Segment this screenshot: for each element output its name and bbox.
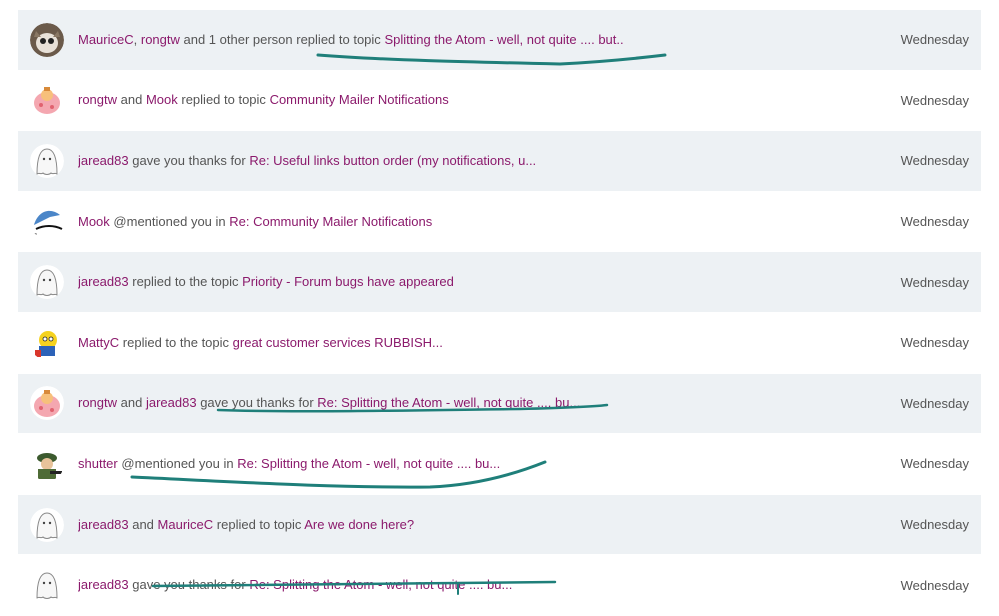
action-text: gave you thanks for xyxy=(132,577,246,593)
connector-text: and xyxy=(128,516,158,532)
action-text: replied to the topic xyxy=(132,274,239,290)
topic-link[interactable]: Splitting the Atom - well, not quite ...… xyxy=(384,32,623,47)
notification-date: Wednesday xyxy=(900,274,969,290)
topic-link[interactable]: Re: Splitting the Atom - well, not quite… xyxy=(237,456,500,471)
action-text: replied to topic xyxy=(181,92,266,108)
notification-date: Wednesday xyxy=(900,456,969,472)
cartoon-avatar[interactable] xyxy=(30,386,64,421)
soldier-avatar[interactable] xyxy=(30,446,64,481)
topic-link[interactable]: Community Mailer Notifications xyxy=(270,92,449,107)
user-link[interactable]: jaread83 xyxy=(78,577,129,592)
user-link[interactable]: MauriceC xyxy=(158,517,214,532)
user-link[interactable]: Mook xyxy=(78,214,110,229)
action-text: gave you thanks for xyxy=(200,395,314,411)
notification-text: rongtw and jaread83 gave you thanks for … xyxy=(78,394,879,412)
connector-text: and 1 other person xyxy=(179,31,297,47)
notification-row[interactable]: rongtw and Mook replied to topic Communi… xyxy=(18,71,981,132)
user-link[interactable]: MattyC xyxy=(78,335,119,350)
cat-photo-avatar[interactable] xyxy=(30,22,64,57)
ghost-avatar[interactable] xyxy=(30,568,64,603)
topic-link[interactable]: Priority - Forum bugs have appeared xyxy=(242,274,454,289)
notification-text: MauriceC, rongtw and 1 other person repl… xyxy=(78,31,879,49)
notification-row[interactable]: jaread83 gave you thanks for Re: Splitti… xyxy=(18,555,981,616)
action-text: replied to the topic xyxy=(122,334,230,350)
notification-text: shutter @mentioned you in Re: Splitting … xyxy=(78,455,879,473)
notification-date: Wednesday xyxy=(900,32,969,48)
notification-text: MattyC replied to the topic great custom… xyxy=(78,334,879,352)
action-text: @mentioned you in xyxy=(113,213,226,229)
topic-link[interactable]: great customer services RUBBISH... xyxy=(233,335,443,350)
ghost-avatar[interactable] xyxy=(30,507,64,542)
user-link[interactable]: jaread83 xyxy=(78,274,129,289)
notification-list: MauriceC, rongtw and 1 other person repl… xyxy=(18,10,981,616)
notification-row[interactable]: MauriceC, rongtw and 1 other person repl… xyxy=(18,10,981,71)
notification-date: Wednesday xyxy=(900,335,969,351)
notification-date: Wednesday xyxy=(900,92,969,108)
ghost-avatar[interactable] xyxy=(30,265,64,300)
connector-text: and xyxy=(117,92,146,108)
connector-text: and xyxy=(117,395,146,411)
action-text: replied to topic xyxy=(216,516,302,532)
topic-link[interactable]: Are we done here? xyxy=(304,517,414,532)
notification-date: Wednesday xyxy=(900,517,969,533)
user-link[interactable]: rongtw xyxy=(141,32,180,47)
topic-link[interactable]: Re: Splitting the Atom - well, not quite… xyxy=(317,395,580,410)
notification-date: Wednesday xyxy=(900,395,969,411)
action-text: @mentioned you in xyxy=(121,455,234,471)
notification-text: jaread83 gave you thanks for Re: Useful … xyxy=(78,152,879,170)
notification-row[interactable]: jaread83 and MauriceC replied to topic A… xyxy=(18,494,981,556)
user-link[interactable]: shutter xyxy=(78,456,118,471)
connector-text: , xyxy=(133,31,141,47)
notification-row[interactable]: jaread83 replied to the topic Priority -… xyxy=(18,252,981,313)
topic-link[interactable]: Re: Community Mailer Notifications xyxy=(229,214,432,229)
user-link[interactable]: jaread83 xyxy=(78,153,129,168)
user-link[interactable]: Mook xyxy=(146,92,178,107)
notification-row[interactable]: shutter @mentioned you in Re: Splitting … xyxy=(18,434,981,495)
action-text: replied to topic xyxy=(296,31,381,47)
user-link[interactable]: rongtw xyxy=(78,395,117,410)
notification-date: Wednesday xyxy=(900,153,969,169)
notification-text: jaread83 replied to the topic Priority -… xyxy=(78,273,879,291)
action-text: gave you thanks for xyxy=(132,152,246,168)
notification-text: rongtw and Mook replied to topic Communi… xyxy=(78,91,879,109)
notification-date: Wednesday xyxy=(900,214,969,230)
cartoon-character-avatar[interactable] xyxy=(30,325,64,360)
user-link[interactable]: jaread83 xyxy=(146,395,197,410)
notification-text: Mook @mentioned you in Re: Community Mai… xyxy=(78,213,879,231)
svg-text:c: c xyxy=(33,231,37,239)
logo-avatar[interactable]: c xyxy=(30,204,64,239)
user-link[interactable]: jaread83 xyxy=(78,517,129,532)
ghost-avatar[interactable] xyxy=(30,143,64,178)
notification-row[interactable]: c Mook @mentioned you in Re: Community Ma… xyxy=(18,192,981,253)
notification-date: Wednesday xyxy=(900,577,969,593)
topic-link[interactable]: Re: Splitting the Atom - well, not quite… xyxy=(249,577,512,592)
topic-link[interactable]: Re: Useful links button order (my notifi… xyxy=(249,153,536,168)
notification-row[interactable]: MattyC replied to the topic great custom… xyxy=(18,313,981,374)
notification-text: jaread83 gave you thanks for Re: Splitti… xyxy=(78,576,879,594)
user-link[interactable]: MauriceC xyxy=(78,32,134,47)
notification-row[interactable]: jaread83 gave you thanks for Re: Useful … xyxy=(18,131,981,192)
notification-text: jaread83 and MauriceC replied to topic A… xyxy=(78,516,879,534)
user-link[interactable]: rongtw xyxy=(78,92,117,107)
cartoon-avatar[interactable] xyxy=(30,83,64,118)
notification-row[interactable]: rongtw and jaread83 gave you thanks for … xyxy=(18,373,981,435)
